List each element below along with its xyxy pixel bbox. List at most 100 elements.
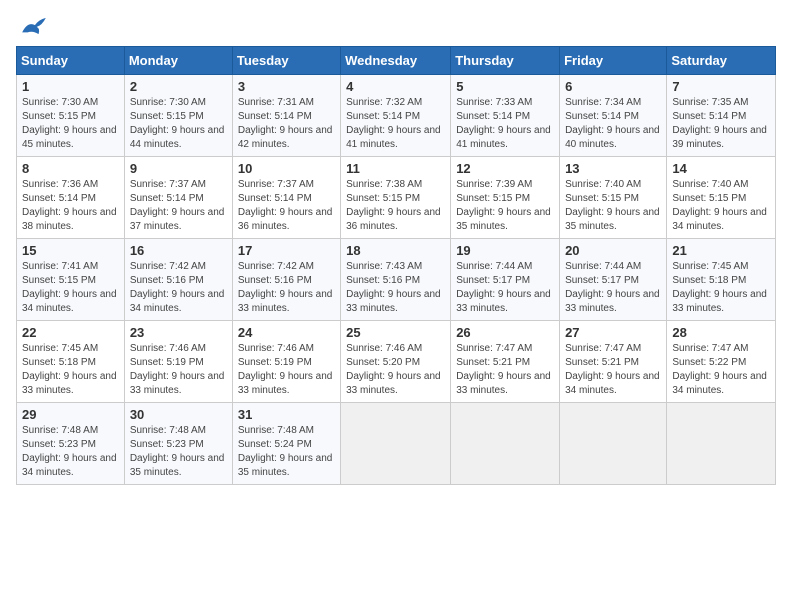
day-number: 31 [238,407,335,422]
day-detail: Sunrise: 7:42 AMSunset: 5:16 PMDaylight:… [130,261,225,314]
day-number: 30 [130,407,227,422]
day-detail: Sunrise: 7:37 AMSunset: 5:14 PMDaylight:… [130,179,225,232]
day-number: 16 [130,243,227,258]
calendar-week-row: 29 Sunrise: 7:48 AMSunset: 5:23 PMDaylig… [17,403,776,485]
day-number: 19 [456,243,554,258]
day-detail: Sunrise: 7:47 AMSunset: 5:21 PMDaylight:… [565,343,660,396]
day-detail: Sunrise: 7:42 AMSunset: 5:16 PMDaylight:… [238,261,333,314]
calendar-cell: 19 Sunrise: 7:44 AMSunset: 5:17 PMDaylig… [451,239,560,321]
header-tuesday: Tuesday [232,47,340,75]
day-number: 25 [346,325,445,340]
calendar-cell [341,403,451,485]
calendar-cell: 27 Sunrise: 7:47 AMSunset: 5:21 PMDaylig… [560,321,667,403]
calendar-cell [451,403,560,485]
day-number: 6 [565,79,661,94]
calendar-cell: 16 Sunrise: 7:42 AMSunset: 5:16 PMDaylig… [124,239,232,321]
day-number: 5 [456,79,554,94]
day-number: 15 [22,243,119,258]
day-detail: Sunrise: 7:37 AMSunset: 5:14 PMDaylight:… [238,179,333,232]
day-number: 10 [238,161,335,176]
calendar-week-row: 1 Sunrise: 7:30 AMSunset: 5:15 PMDayligh… [17,75,776,157]
day-number: 22 [22,325,119,340]
day-number: 9 [130,161,227,176]
calendar-cell: 5 Sunrise: 7:33 AMSunset: 5:14 PMDayligh… [451,75,560,157]
calendar-cell: 18 Sunrise: 7:43 AMSunset: 5:16 PMDaylig… [341,239,451,321]
day-number: 12 [456,161,554,176]
day-number: 7 [672,79,770,94]
calendar-cell: 17 Sunrise: 7:42 AMSunset: 5:16 PMDaylig… [232,239,340,321]
day-detail: Sunrise: 7:47 AMSunset: 5:22 PMDaylight:… [672,343,767,396]
calendar-week-row: 15 Sunrise: 7:41 AMSunset: 5:15 PMDaylig… [17,239,776,321]
day-number: 4 [346,79,445,94]
calendar-cell [560,403,667,485]
day-detail: Sunrise: 7:40 AMSunset: 5:15 PMDaylight:… [565,179,660,232]
day-number: 21 [672,243,770,258]
calendar-cell: 6 Sunrise: 7:34 AMSunset: 5:14 PMDayligh… [560,75,667,157]
header-wednesday: Wednesday [341,47,451,75]
calendar-cell: 3 Sunrise: 7:31 AMSunset: 5:14 PMDayligh… [232,75,340,157]
calendar-header-row: SundayMondayTuesdayWednesdayThursdayFrid… [17,47,776,75]
day-detail: Sunrise: 7:45 AMSunset: 5:18 PMDaylight:… [22,343,117,396]
day-detail: Sunrise: 7:45 AMSunset: 5:18 PMDaylight:… [672,261,767,314]
calendar-cell: 24 Sunrise: 7:46 AMSunset: 5:19 PMDaylig… [232,321,340,403]
calendar-cell: 22 Sunrise: 7:45 AMSunset: 5:18 PMDaylig… [17,321,125,403]
header-saturday: Saturday [667,47,776,75]
day-number: 3 [238,79,335,94]
calendar-cell: 4 Sunrise: 7:32 AMSunset: 5:14 PMDayligh… [341,75,451,157]
calendar-cell [667,403,776,485]
calendar-cell: 9 Sunrise: 7:37 AMSunset: 5:14 PMDayligh… [124,157,232,239]
day-detail: Sunrise: 7:41 AMSunset: 5:15 PMDaylight:… [22,261,117,314]
day-number: 24 [238,325,335,340]
day-number: 2 [130,79,227,94]
day-detail: Sunrise: 7:31 AMSunset: 5:14 PMDaylight:… [238,97,333,150]
header-friday: Friday [560,47,667,75]
day-detail: Sunrise: 7:35 AMSunset: 5:14 PMDaylight:… [672,97,767,150]
calendar-cell: 2 Sunrise: 7:30 AMSunset: 5:15 PMDayligh… [124,75,232,157]
calendar-cell: 21 Sunrise: 7:45 AMSunset: 5:18 PMDaylig… [667,239,776,321]
day-detail: Sunrise: 7:30 AMSunset: 5:15 PMDaylight:… [130,97,225,150]
calendar-cell: 1 Sunrise: 7:30 AMSunset: 5:15 PMDayligh… [17,75,125,157]
day-number: 8 [22,161,119,176]
day-detail: Sunrise: 7:38 AMSunset: 5:15 PMDaylight:… [346,179,441,232]
calendar-cell: 30 Sunrise: 7:48 AMSunset: 5:23 PMDaylig… [124,403,232,485]
calendar-cell: 8 Sunrise: 7:36 AMSunset: 5:14 PMDayligh… [17,157,125,239]
calendar-cell: 15 Sunrise: 7:41 AMSunset: 5:15 PMDaylig… [17,239,125,321]
day-number: 11 [346,161,445,176]
day-number: 28 [672,325,770,340]
logo [16,16,50,36]
calendar-cell: 26 Sunrise: 7:47 AMSunset: 5:21 PMDaylig… [451,321,560,403]
header-thursday: Thursday [451,47,560,75]
calendar-week-row: 22 Sunrise: 7:45 AMSunset: 5:18 PMDaylig… [17,321,776,403]
day-detail: Sunrise: 7:33 AMSunset: 5:14 PMDaylight:… [456,97,551,150]
day-number: 14 [672,161,770,176]
calendar-cell: 7 Sunrise: 7:35 AMSunset: 5:14 PMDayligh… [667,75,776,157]
calendar-cell: 23 Sunrise: 7:46 AMSunset: 5:19 PMDaylig… [124,321,232,403]
day-detail: Sunrise: 7:48 AMSunset: 5:23 PMDaylight:… [22,425,117,478]
day-detail: Sunrise: 7:44 AMSunset: 5:17 PMDaylight:… [456,261,551,314]
day-number: 18 [346,243,445,258]
calendar-cell: 12 Sunrise: 7:39 AMSunset: 5:15 PMDaylig… [451,157,560,239]
day-detail: Sunrise: 7:43 AMSunset: 5:16 PMDaylight:… [346,261,441,314]
calendar-cell: 13 Sunrise: 7:40 AMSunset: 5:15 PMDaylig… [560,157,667,239]
calendar-table: SundayMondayTuesdayWednesdayThursdayFrid… [16,46,776,485]
day-detail: Sunrise: 7:46 AMSunset: 5:19 PMDaylight:… [238,343,333,396]
day-detail: Sunrise: 7:36 AMSunset: 5:14 PMDaylight:… [22,179,117,232]
day-number: 26 [456,325,554,340]
calendar-cell: 10 Sunrise: 7:37 AMSunset: 5:14 PMDaylig… [232,157,340,239]
header-sunday: Sunday [17,47,125,75]
day-number: 27 [565,325,661,340]
header-monday: Monday [124,47,232,75]
day-number: 17 [238,243,335,258]
calendar-cell: 20 Sunrise: 7:44 AMSunset: 5:17 PMDaylig… [560,239,667,321]
day-detail: Sunrise: 7:44 AMSunset: 5:17 PMDaylight:… [565,261,660,314]
day-number: 23 [130,325,227,340]
calendar-cell: 29 Sunrise: 7:48 AMSunset: 5:23 PMDaylig… [17,403,125,485]
day-detail: Sunrise: 7:46 AMSunset: 5:20 PMDaylight:… [346,343,441,396]
day-number: 29 [22,407,119,422]
day-number: 1 [22,79,119,94]
page-header [16,16,776,36]
logo-bird-icon [20,16,48,36]
calendar-week-row: 8 Sunrise: 7:36 AMSunset: 5:14 PMDayligh… [17,157,776,239]
day-detail: Sunrise: 7:48 AMSunset: 5:23 PMDaylight:… [130,425,225,478]
day-detail: Sunrise: 7:30 AMSunset: 5:15 PMDaylight:… [22,97,117,150]
